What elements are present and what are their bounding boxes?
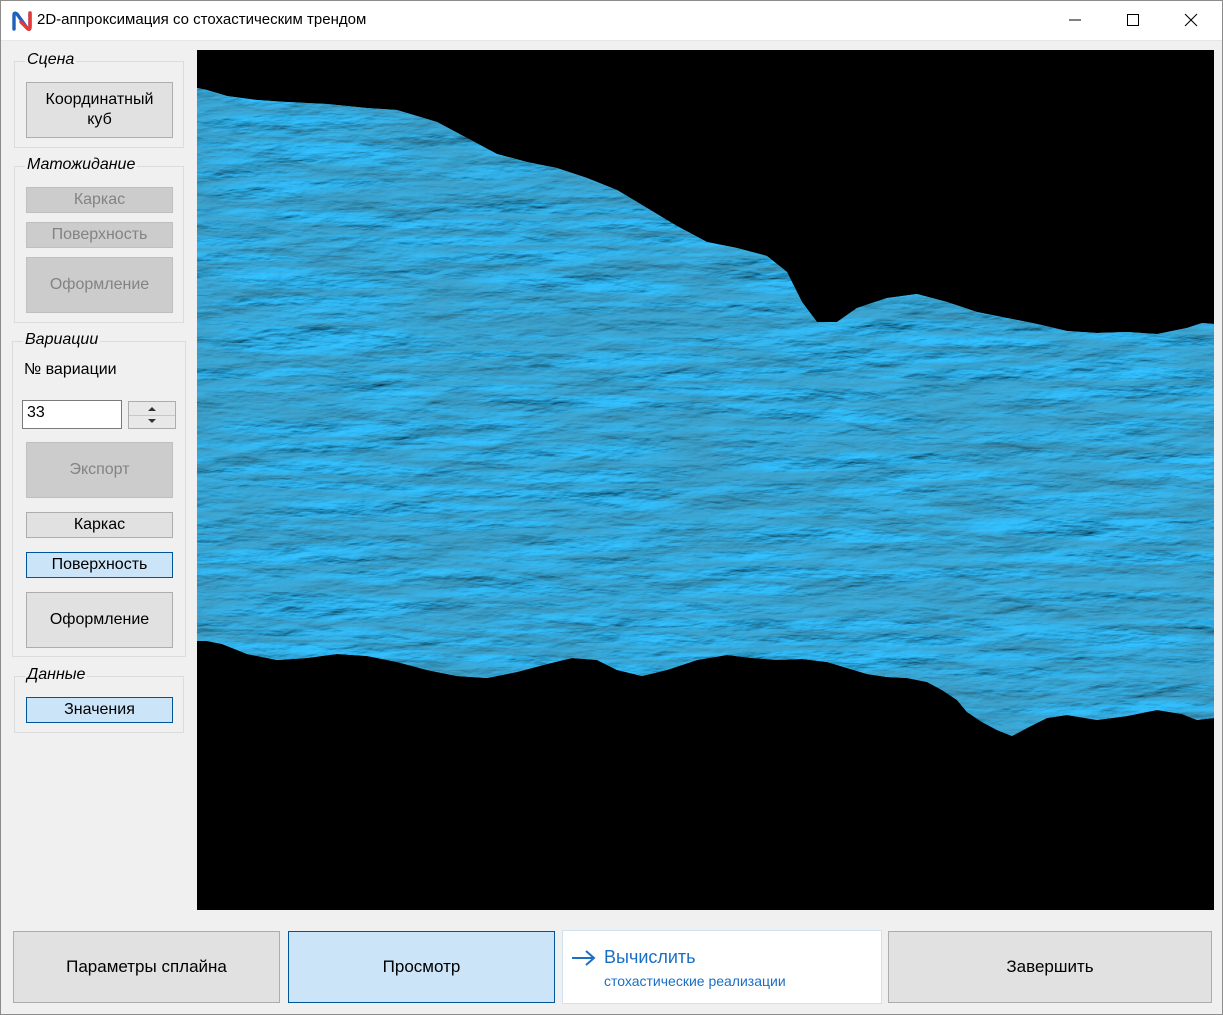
variation-surface-button[interactable]: Поверхность [26,552,173,578]
surface-render [197,50,1214,910]
3d-viewport[interactable] [197,50,1214,910]
close-button[interactable] [1163,1,1221,40]
maximize-icon [1127,14,1139,26]
chevron-up-icon [148,407,156,411]
stepper-up-button[interactable] [129,402,175,416]
chevron-down-icon [148,419,156,423]
compute-label: Вычислить [604,947,696,967]
minimize-button[interactable] [1047,1,1105,40]
variation-number-input[interactable]: 33 [22,400,122,429]
values-button[interactable]: Значения [26,697,173,723]
data-group-label: Данные [25,666,88,684]
minimize-icon [1069,19,1081,21]
stepper-down-button[interactable] [129,415,175,428]
scene-group-label: Сцена [25,51,77,69]
app-window: 2D-аппроксимация со стохастическим тренд… [0,0,1223,1015]
title-bar[interactable]: 2D-аппроксимация со стохастическим тренд… [1,1,1222,41]
variation-number-label: № вариации [24,361,117,378]
finish-button[interactable]: Завершить [888,931,1212,1003]
maximize-button[interactable] [1105,1,1163,40]
close-icon [1184,13,1198,27]
app-logo-icon [12,11,32,31]
variations-group-label: Вариации [23,331,101,349]
expectation-group-label: Матожидание [25,156,138,174]
coordinate-cube-button[interactable]: Координатный куб [26,82,173,138]
variation-wireframe-button[interactable]: Каркас [26,512,173,538]
export-button[interactable]: Экспорт [26,442,173,498]
variation-styling-button[interactable]: Оформление [26,592,173,648]
expectation-wireframe-button[interactable]: Каркас [26,187,173,213]
compute-command-link[interactable]: Вычислить стохастические реализации [562,930,882,1004]
preview-button[interactable]: Просмотр [288,931,555,1003]
expectation-surface-button[interactable]: Поверхность [26,222,173,248]
expectation-styling-button[interactable]: Оформление [26,257,173,313]
variation-number-stepper[interactable] [128,401,176,429]
spline-params-button[interactable]: Параметры сплайна [13,931,280,1003]
arrow-right-icon [572,950,596,966]
window-title: 2D-аппроксимация со стохастическим тренд… [37,11,367,28]
compute-sublabel: стохастические реализации [604,973,786,989]
